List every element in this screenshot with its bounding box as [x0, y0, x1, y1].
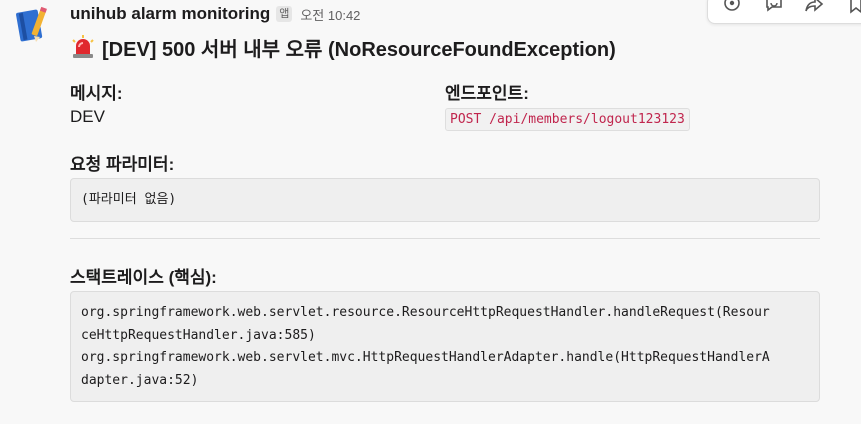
message-timestamp[interactable]: 오전 10:42 [300, 5, 360, 24]
stacktrace-line: ceHttpRequestHandler.java:585) [81, 327, 316, 343]
share-icon[interactable] [804, 0, 824, 14]
sender-name[interactable]: unihub alarm monitoring [70, 4, 270, 24]
app-badge: 앱 [276, 6, 293, 22]
notebook-pencil-icon [16, 6, 47, 42]
stacktrace-line: org.springframework.web.servlet.mvc.Http… [81, 350, 770, 365]
stacktrace-label: 스택트레이스 (핵심): [70, 268, 217, 287]
message-label: 메시지: [70, 84, 123, 103]
reply-in-thread-icon[interactable] [764, 0, 784, 14]
title-text: [DEV] 500 서버 내부 오류 (NoResourceFoundExcep… [102, 38, 616, 61]
emoji-reaction-icon[interactable] [722, 0, 742, 14]
stacktrace-code-block: org.springframework.web.servlet.resource… [70, 291, 820, 402]
rotating-light-icon [70, 35, 96, 59]
message-value: DEV [70, 107, 105, 126]
divider [70, 238, 820, 239]
params-label: 요청 파라미터: [70, 155, 175, 174]
message-header: unihub alarm monitoring 앱 오전 10:42 [70, 2, 360, 26]
endpoint-code: POST /api/members/logout123123 [445, 108, 690, 131]
message-hover-toolbar [707, 0, 861, 24]
stacktrace-line: org.springframework.web.servlet.resource… [81, 305, 770, 320]
endpoint-label: 엔드포인트: [445, 84, 529, 103]
bookmark-icon[interactable] [846, 0, 861, 14]
params-code-block: (파라미터 없음) [70, 178, 820, 222]
avatar[interactable] [14, 4, 54, 44]
stacktrace-line: dapter.java:52) [81, 372, 199, 388]
params-value: (파라미터 없음) [81, 192, 177, 207]
message-title: [DEV] 500 서버 내부 오류 (NoResourceFoundExcep… [70, 32, 616, 62]
